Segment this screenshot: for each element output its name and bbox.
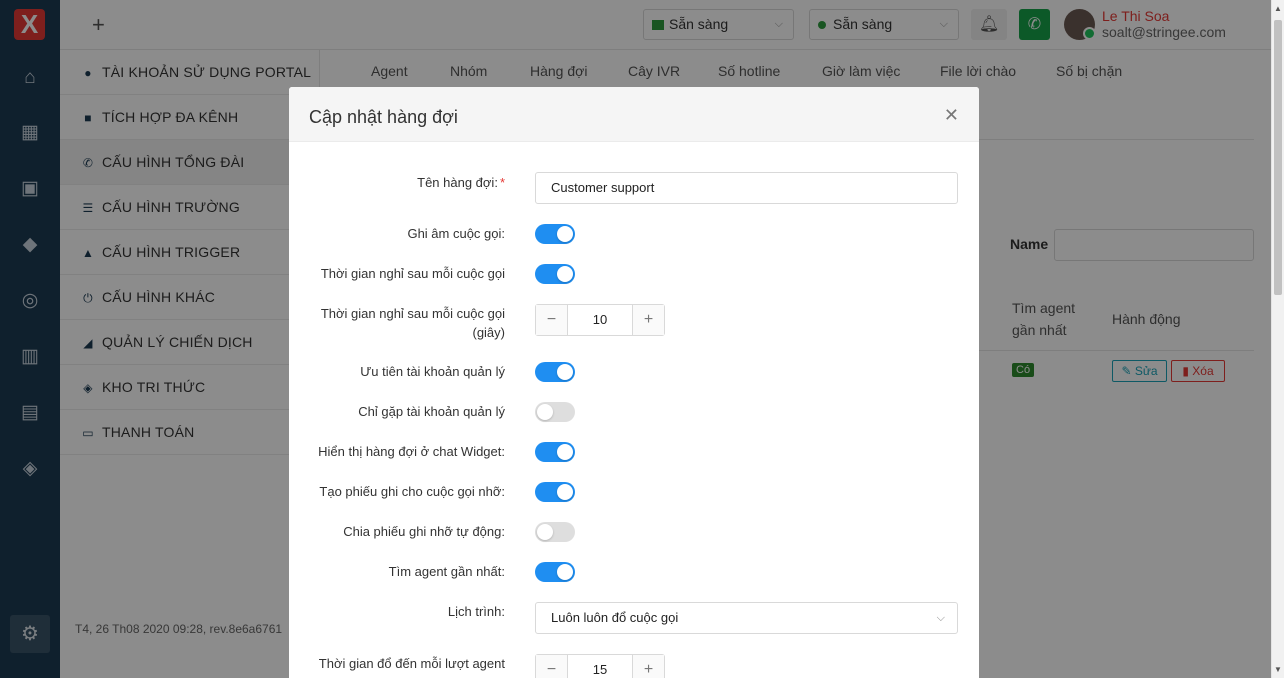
ring-time-stepper: − 15 + (535, 654, 665, 678)
toggle-knob (557, 484, 573, 500)
toggle-knob (557, 266, 573, 282)
rest-seconds-stepper: − 10 + (535, 304, 665, 336)
auto-assign-label: Chia phiếu ghi nhỡ tự động: (343, 524, 505, 539)
schedule-label: Lịch trình: (447, 604, 505, 619)
missed-call-ticket-label: Tạo phiếu ghi cho cuộc gọi nhỡ: (319, 484, 505, 499)
show-in-widget-label: Hiển thị hàng đợi ở chat Widget: (318, 444, 505, 459)
toggle-knob (537, 524, 553, 540)
rest-after-call-label: Thời gian nghỉ sau mỗi cuộc gọi (320, 266, 505, 281)
required-asterisk: * (499, 175, 505, 190)
nearest-agent-label: Tìm agent gần nhất: (388, 564, 505, 579)
plus-icon[interactable]: + (632, 305, 664, 335)
minus-icon[interactable]: − (536, 655, 568, 678)
toggle-knob (537, 404, 553, 420)
rest-seconds-label: Thời gian nghỉ sau mỗi cuộc gọi (giây) (320, 306, 505, 340)
page-scrollbar[interactable]: ▲ ▼ (1271, 0, 1284, 678)
auto-assign-toggle[interactable] (535, 522, 575, 542)
toggle-knob (557, 444, 573, 460)
record-calls-toggle[interactable] (535, 224, 575, 244)
chevron-down-icon: ⌵ (936, 612, 945, 624)
rest-seconds-value[interactable]: 10 (568, 305, 632, 335)
scrollbar-thumb[interactable] (1274, 20, 1282, 295)
scroll-up-icon[interactable]: ▲ (1274, 4, 1282, 13)
nearest-agent-toggle[interactable] (535, 562, 575, 582)
dialog-title: Cập nhật hàng đợi (309, 107, 458, 127)
only-manager-toggle[interactable] (535, 402, 575, 422)
record-calls-label: Ghi âm cuộc gọi: (407, 226, 505, 241)
queue-name-label: Tên hàng đợi: * (289, 173, 505, 192)
plus-icon[interactable]: + (632, 655, 664, 678)
ring-time-value[interactable]: 15 (568, 655, 632, 678)
schedule-select-value: Luôn luôn đổ cuộc gọi (551, 610, 679, 625)
toggle-knob (557, 564, 573, 580)
scroll-down-icon[interactable]: ▼ (1274, 665, 1282, 674)
toggle-knob (557, 364, 573, 380)
queue-name-label-text: Tên hàng đợi: (417, 175, 498, 190)
only-manager-label: Chỉ gặp tài khoản quản lý (358, 404, 505, 419)
dialog-header: Cập nhật hàng đợi ✕ (289, 87, 979, 142)
close-icon[interactable]: ✕ (944, 106, 959, 124)
missed-call-ticket-toggle[interactable] (535, 482, 575, 502)
ring-time-label: Thời gian đổ đến mỗi lượt agent (318, 656, 505, 671)
show-in-widget-toggle[interactable] (535, 442, 575, 462)
priority-manager-toggle[interactable] (535, 362, 575, 382)
priority-manager-label: Ưu tiên tài khoản quản lý (360, 364, 505, 379)
update-queue-dialog: Cập nhật hàng đợi ✕ Tên hàng đợi: * Custo… (289, 87, 979, 678)
schedule-select[interactable]: Luôn luôn đổ cuộc gọi ⌵ (535, 602, 958, 634)
toggle-knob (557, 226, 573, 242)
rest-after-call-toggle[interactable] (535, 264, 575, 284)
minus-icon[interactable]: − (536, 305, 568, 335)
queue-name-input[interactable]: Customer support (535, 172, 958, 204)
